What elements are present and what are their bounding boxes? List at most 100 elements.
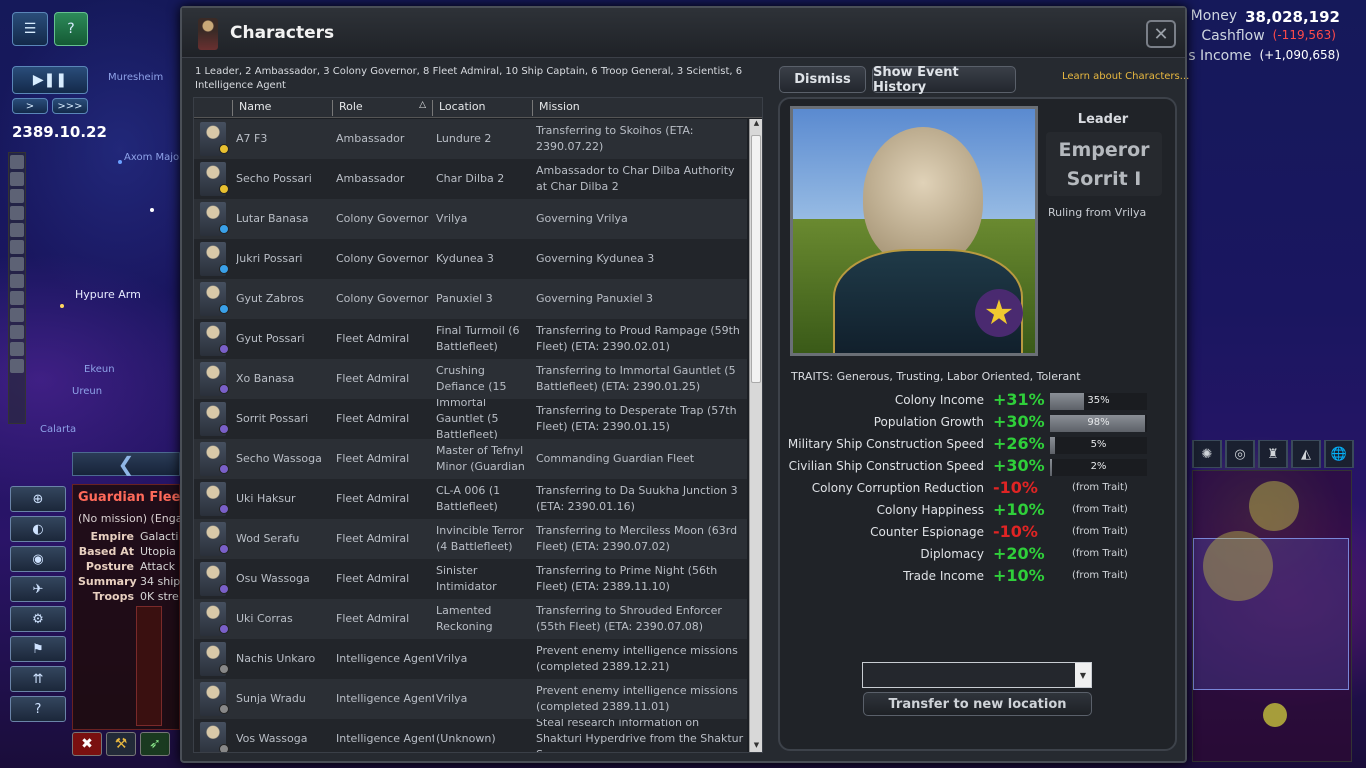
filter-icon[interactable]	[10, 155, 24, 169]
table-row[interactable]: Secho Possari Ambassador Char Dilba 2 Ambas…	[194, 159, 747, 199]
cell-mission: Prevent enemy intelligence missions (com…	[536, 684, 738, 713]
speed-fast-button[interactable]: >>>	[52, 98, 88, 114]
table-row[interactable]: Osu Wassoga Fleet Admiral Sinister Intimid…	[194, 559, 747, 599]
fleet-ship-list[interactable]	[136, 606, 162, 726]
close-button[interactable]: ✕	[1146, 20, 1176, 48]
table-row[interactable]: Jukri Possari Colony Governor Kydunea 3 Gov…	[194, 239, 747, 279]
effect-value: +30%	[993, 412, 1045, 431]
fleet-planet-button[interactable]: ◐	[10, 516, 66, 542]
learn-about-characters-link[interactable]: Learn about Characters...	[1062, 71, 1189, 82]
table-row[interactable]: Gyut Possari Fleet Admiral Final Turmoil (…	[194, 319, 747, 359]
filter-icon[interactable]	[10, 206, 24, 220]
fleet-troops-button[interactable]: ⇈	[10, 666, 66, 692]
role-badge-icon	[219, 664, 229, 674]
filter-icon[interactable]	[10, 240, 24, 254]
table-row[interactable]: A7 F3 Ambassador Lundure 2 Transferring to …	[194, 119, 747, 159]
fleet-action-button[interactable]: ⚒	[106, 732, 136, 756]
fleet-name[interactable]: Guardian Flee	[78, 490, 180, 505]
help-button[interactable]: ?	[54, 12, 88, 46]
fleet-target-button[interactable]: ⊕	[10, 486, 66, 512]
table-row[interactable]: Nachis Unkaro Intelligence Agent Vrilya Pre…	[194, 639, 747, 679]
fleet-ship-button[interactable]: ✈	[10, 576, 66, 602]
role-badge-icon	[219, 264, 229, 274]
transfer-location-select[interactable]: ▼	[862, 662, 1092, 688]
chevron-down-icon[interactable]: ▼	[1075, 663, 1091, 687]
table-row[interactable]: Wod Serafu Fleet Admiral Invincible Terror…	[194, 519, 747, 559]
fleet-flag-button[interactable]: ⚑	[10, 636, 66, 662]
fleet-panel-collapse-button[interactable]: ❮	[72, 452, 180, 476]
table-row[interactable]: Uki Haksur Fleet Admiral CL-A 006 (1 Battl…	[194, 479, 747, 519]
column-header-location[interactable]: Location	[432, 100, 532, 116]
table-row[interactable]: Sunja Wradu Intelligence Agent Vrilya Preve…	[194, 679, 747, 719]
menu-button[interactable]: ☰	[12, 12, 48, 46]
show-event-history-button[interactable]: Show Event History	[872, 65, 1016, 95]
cell-name: Sorrit Possari	[236, 412, 309, 425]
disband-fleet-button[interactable]: ✖	[72, 732, 102, 756]
filter-icon[interactable]	[10, 342, 24, 356]
star-marker[interactable]	[60, 304, 64, 308]
radar-button[interactable]: ◭	[1291, 440, 1321, 468]
star-marker[interactable]	[118, 160, 122, 164]
dismiss-button[interactable]: Dismiss	[779, 66, 866, 93]
fleet-help-button[interactable]: ?	[10, 696, 66, 722]
scroll-down-icon[interactable]: ▼	[750, 741, 762, 752]
column-header-mission[interactable]: Mission	[532, 100, 748, 116]
fleet-settings-button[interactable]: ⚙	[10, 606, 66, 632]
cell-name: Vos Wassoga	[236, 732, 308, 745]
table-row[interactable]: Lutar Banasa Colony Governor Vrilya Governi…	[194, 199, 747, 239]
scroll-thumb[interactable]	[751, 135, 761, 383]
cell-role: Ambassador	[336, 132, 405, 145]
fleet-move-button[interactable]: ➶	[140, 732, 170, 756]
table-row[interactable]: Uki Corras Fleet Admiral Lamented Reckonin…	[194, 599, 747, 639]
income-label: us Income	[1179, 48, 1252, 64]
cell-location: Vrilya	[436, 652, 468, 665]
role-badge-icon	[219, 144, 229, 154]
table-row[interactable]: Vos Wassoga Intelligence Agent (Unknown) St…	[194, 719, 747, 752]
minimap[interactable]	[1192, 470, 1352, 762]
menu-icon: ☰	[23, 21, 37, 37]
fleet-troops-value: 0K stre	[140, 590, 179, 603]
filter-icon[interactable]	[10, 223, 24, 237]
effect-name: Civilian Ship Construction Speed	[788, 459, 984, 473]
speed-step-button[interactable]: >	[12, 98, 48, 114]
fleet-view-button[interactable]: ◉	[10, 546, 66, 572]
filter-icon[interactable]	[10, 359, 24, 373]
filter-icon[interactable]	[10, 257, 24, 271]
transfer-to-new-location-button[interactable]: Transfer to new location	[863, 692, 1092, 716]
fleet-base-value: Utopia	[140, 545, 176, 558]
sort-ascending-icon: △	[419, 100, 426, 110]
star-marker[interactable]	[150, 208, 154, 212]
table-row[interactable]: Xo Banasa Fleet Admiral Crushing Defiance …	[194, 359, 747, 399]
filter-icon[interactable]	[10, 308, 24, 322]
table-scrollbar[interactable]: ▲ ▼	[749, 119, 762, 752]
play-pause-button[interactable]: ▶❚❚	[12, 66, 88, 94]
table-row[interactable]: Secho Wassoga Fleet Admiral Master of Tefn…	[194, 439, 747, 479]
effect-value: -10%	[993, 522, 1038, 541]
filter-icon[interactable]	[10, 189, 24, 203]
galaxy-view-button[interactable]: ✺	[1192, 440, 1222, 468]
globe-button[interactable]: 🌐	[1324, 440, 1354, 468]
filter-icon[interactable]	[10, 291, 24, 305]
filter-icon[interactable]	[10, 172, 24, 186]
radar-icon: ◭	[1292, 440, 1320, 468]
system-view-button[interactable]: ◎	[1225, 440, 1255, 468]
effect-value: +31%	[993, 390, 1045, 409]
effect-row: Diplomacy +20% (from Trait)	[782, 544, 1172, 566]
table-row[interactable]: Sorrit Possari Fleet Admiral Immortal Gaun…	[194, 399, 747, 439]
column-header-role[interactable]: Role △	[332, 100, 432, 116]
ship-icon: ♜	[1259, 440, 1287, 468]
effect-source-note: (from Trait)	[1072, 504, 1128, 515]
effect-row: Counter Espionage -10% (from Trait)	[782, 522, 1172, 544]
filter-icon[interactable]	[10, 274, 24, 288]
column-header-name[interactable]: Name	[232, 100, 332, 116]
cell-mission: Transferring to Desperate Trap (57th Fle…	[536, 404, 737, 433]
cell-role: Fleet Admiral	[336, 572, 410, 585]
table-row[interactable]: Gyut Zabros Colony Governor Panuxiel 3 Gove…	[194, 279, 747, 319]
money-value: 38,028,192	[1245, 8, 1340, 26]
effect-value: -10%	[993, 478, 1038, 497]
ship-view-button[interactable]: ♜	[1258, 440, 1288, 468]
cell-mission: Transferring to Proud Rampage (59th Flee…	[536, 324, 740, 353]
filter-icon[interactable]	[10, 325, 24, 339]
scroll-up-icon[interactable]: ▲	[750, 119, 762, 131]
cell-location: Char Dilba 2	[436, 172, 505, 185]
